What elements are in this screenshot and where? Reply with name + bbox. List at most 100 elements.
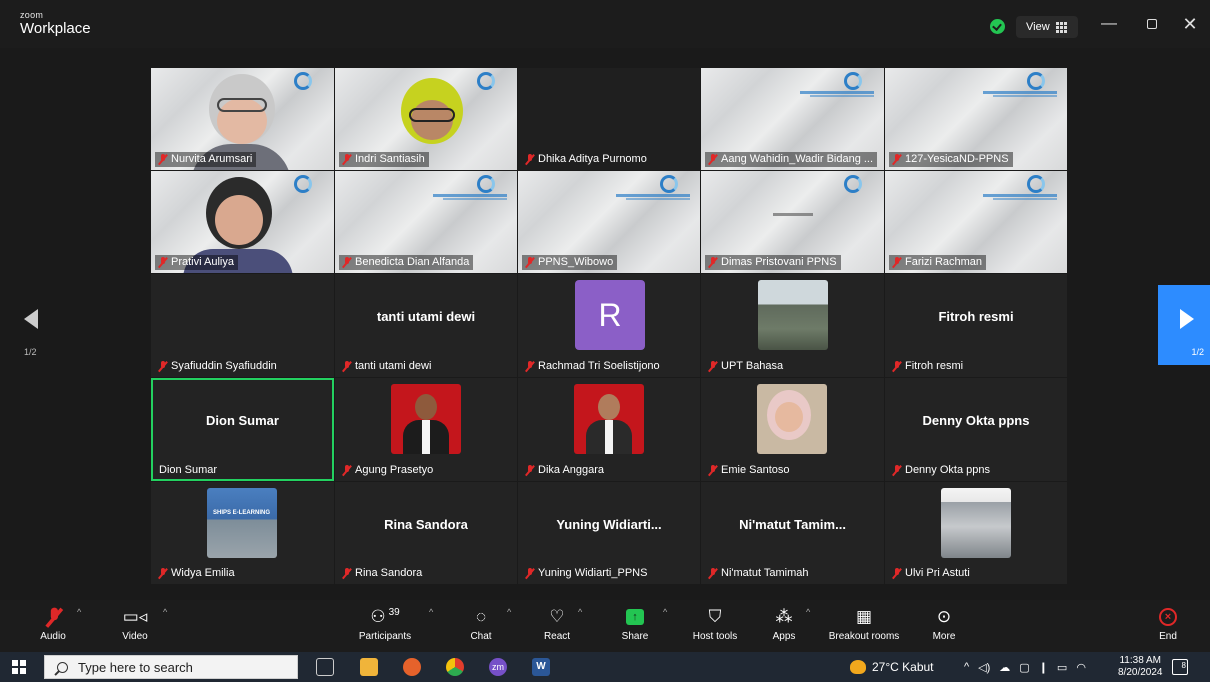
- task-view-icon[interactable]: [316, 658, 334, 676]
- video-tile[interactable]: Dimas Pristovani PPNS: [701, 171, 884, 273]
- apps-options-caret[interactable]: ^: [806, 607, 810, 617]
- video-camera-icon: ▭◃: [122, 607, 148, 626]
- participant-tile[interactable]: Yuning Widiarti... Yuning Widiarti_PPNS: [518, 482, 700, 584]
- taskbar-clock[interactable]: 11:38 AM 8/20/2024: [1118, 655, 1163, 679]
- mic-muted-icon: [891, 361, 902, 372]
- participant-name: Emie Santoso: [705, 463, 793, 478]
- video-tile[interactable]: Benedicta Dian Alfanda: [335, 171, 517, 273]
- participant-display-name: Rina Sandora: [384, 516, 468, 532]
- microphone-icon[interactable]: ❙: [1039, 661, 1048, 674]
- profile-photo: [757, 384, 827, 454]
- participant-display-name: Fitroh resmi: [938, 309, 1014, 324]
- chat-icon: ◌: [475, 607, 487, 626]
- previous-page-button[interactable]: 1/2: [6, 285, 58, 365]
- participant-tile[interactable]: R Rachmad Tri Soelistijono: [518, 274, 700, 377]
- participant-tile[interactable]: Dika Anggara: [518, 378, 700, 481]
- chat-button[interactable]: ◌ Chat: [466, 605, 496, 649]
- page-indicator-right: 1/2: [1191, 347, 1204, 357]
- weather-widget[interactable]: 27°C Kabut: [850, 652, 934, 682]
- video-tile[interactable]: Indri Santiasih: [335, 68, 517, 170]
- mic-muted-icon: [524, 257, 535, 268]
- video-tile[interactable]: PPNS_Wibowo: [518, 171, 700, 273]
- zoom-app-icon[interactable]: zm: [489, 658, 507, 676]
- chrome-icon[interactable]: [446, 658, 464, 676]
- chevron-up-icon[interactable]: ^: [964, 661, 969, 673]
- apps-button[interactable]: ⁂ Apps: [768, 605, 800, 649]
- mic-muted-icon: [157, 154, 168, 165]
- ppns-logo-icon: [836, 175, 874, 199]
- participant-tile[interactable]: SHIPS E-LEARNING Widya Emilia: [151, 482, 334, 584]
- participant-tile[interactable]: Agung Prasetyo: [335, 378, 517, 481]
- participant-tile[interactable]: Ni'matut Tamim... Ni'matut Tamimah: [701, 482, 884, 584]
- avatar: R: [575, 280, 645, 350]
- participant-tile[interactable]: UPT Bahasa: [701, 274, 884, 377]
- more-button[interactable]: ⊙ More: [926, 605, 962, 649]
- notification-center-button[interactable]: 8: [1172, 659, 1188, 675]
- participant-name: Ni'matut Tamimah: [705, 566, 812, 581]
- mic-muted-icon: [524, 154, 535, 165]
- video-button[interactable]: ▭◃ Video: [116, 605, 154, 649]
- ppns-logo-icon: [616, 175, 690, 200]
- wifi-icon[interactable]: ◠: [1076, 661, 1086, 674]
- participants-button[interactable]: ⚇ 39 Participants: [352, 605, 418, 649]
- brand-name: Workplace: [20, 20, 91, 37]
- meeting-toolbar: Audio ^ ▭◃ Video ^ ⚇ 39 Participants ^ ◌ …: [0, 600, 1210, 652]
- breakout-rooms-button[interactable]: ▦ Breakout rooms: [824, 605, 904, 649]
- participant-tile[interactable]: Rina Sandora Rina Sandora: [335, 482, 517, 584]
- file-explorer-icon[interactable]: [360, 658, 378, 676]
- video-options-caret[interactable]: ^: [163, 607, 167, 617]
- clock-date: 8/20/2024: [1118, 667, 1163, 678]
- end-icon: ×: [1159, 608, 1177, 626]
- taskbar-search-box[interactable]: Type here to search: [44, 655, 298, 679]
- host-tools-button[interactable]: ⛉ Host tools: [688, 605, 742, 649]
- participant-tile[interactable]: Syafiuddin Syafiuddin: [151, 274, 334, 377]
- participant-tile[interactable]: tanti utami dewi tanti utami dewi: [335, 274, 517, 377]
- participant-name: Aang Wahidin_Wadir Bidang ...: [705, 152, 878, 167]
- minimize-button[interactable]: —: [1094, 12, 1124, 36]
- system-tray: ^ ◁) ☁ ▢ ❙ ▭ ◠: [964, 652, 1086, 682]
- video-tile[interactable]: Nurvita Arumsari: [151, 68, 334, 170]
- video-tile[interactable]: Prativi Auliya: [151, 171, 334, 273]
- video-tile[interactable]: Dhika Aditya Purnomo: [518, 68, 700, 170]
- next-page-button[interactable]: 1/2: [1158, 285, 1210, 365]
- video-tile[interactable]: Aang Wahidin_Wadir Bidang ...: [701, 68, 884, 170]
- share-options-caret[interactable]: ^: [663, 607, 667, 617]
- grid-view-icon: [1055, 21, 1067, 33]
- arrow-left-icon: [24, 309, 38, 329]
- display-icon[interactable]: ▢: [1019, 661, 1029, 674]
- battery-icon[interactable]: ▭: [1057, 661, 1067, 674]
- share-button[interactable]: ↑ Share: [618, 605, 652, 649]
- view-button[interactable]: View: [1016, 16, 1078, 38]
- react-button[interactable]: ♡ React: [540, 605, 574, 649]
- participant-tile[interactable]: Fitroh resmi Fitroh resmi: [885, 274, 1067, 377]
- firefox-icon[interactable]: [403, 658, 421, 676]
- end-meeting-button[interactable]: × End: [1152, 605, 1184, 649]
- participant-tile[interactable]: Emie Santoso: [701, 378, 884, 481]
- chat-options-caret[interactable]: ^: [507, 607, 511, 617]
- participant-tile[interactable]: Ulvi Pri Astuti: [885, 482, 1067, 584]
- video-tile[interactable]: 127-YesicaND-PPNS: [885, 68, 1067, 170]
- participant-tile[interactable]: Denny Okta ppns Denny Okta ppns: [885, 378, 1067, 481]
- participants-options-caret[interactable]: ^: [429, 607, 433, 617]
- notification-count: 8: [1181, 661, 1186, 670]
- volume-icon[interactable]: ◁): [978, 661, 990, 674]
- weather-text: 27°C Kabut: [872, 660, 934, 674]
- windows-start-button[interactable]: [12, 660, 26, 674]
- mic-muted-icon: [891, 257, 902, 268]
- mic-muted-icon: [707, 154, 718, 165]
- close-button[interactable]: ✕: [1175, 12, 1205, 36]
- windows-taskbar: Type here to search zm W 27°C Kabut ^ ◁)…: [0, 652, 1210, 682]
- video-tile[interactable]: Farizi Rachman: [885, 171, 1067, 273]
- encryption-shield-icon[interactable]: [990, 19, 1005, 34]
- participant-name: Farizi Rachman: [889, 255, 987, 270]
- audio-button[interactable]: Audio: [36, 605, 70, 649]
- participant-name: Indri Santiasih: [339, 152, 429, 167]
- restore-button[interactable]: [1137, 12, 1167, 36]
- active-speaker-tile[interactable]: Dion Sumar Dion Sumar: [151, 378, 334, 481]
- word-app-icon[interactable]: W: [532, 658, 550, 676]
- weather-icon: [850, 660, 866, 674]
- audio-options-caret[interactable]: ^: [77, 607, 81, 617]
- react-options-caret[interactable]: ^: [578, 607, 582, 617]
- cloud-icon[interactable]: ☁: [999, 661, 1010, 674]
- breakout-rooms-icon: ▦: [855, 607, 873, 626]
